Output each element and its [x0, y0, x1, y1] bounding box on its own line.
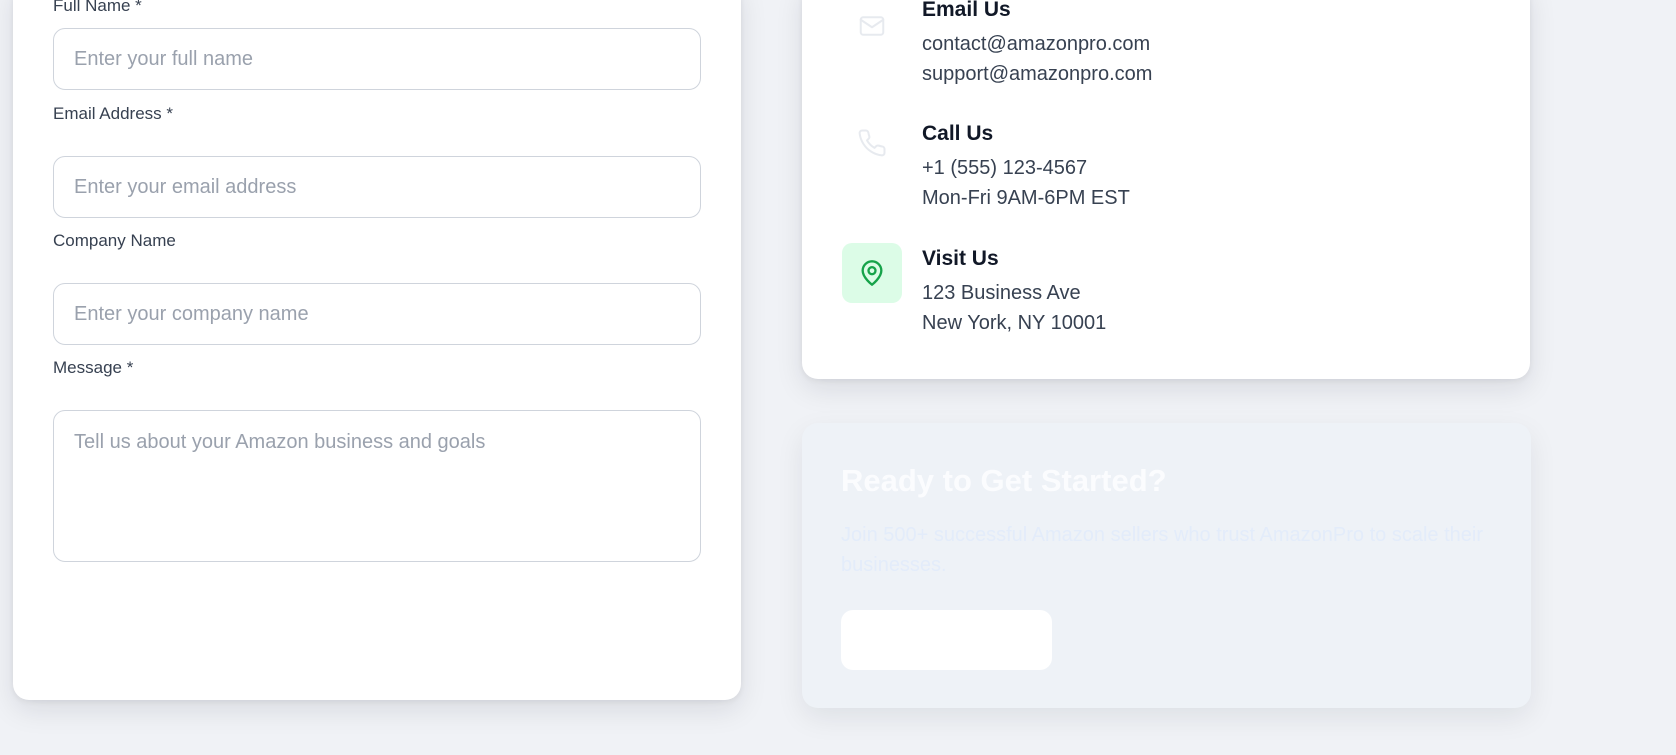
- visit-us-title: Visit Us: [922, 247, 999, 270]
- mail-icon: [842, 0, 902, 56]
- support-email[interactable]: support@amazonpro.com: [922, 63, 1152, 86]
- phone-number[interactable]: +1 (555) 123-4567: [922, 157, 1087, 180]
- email-input[interactable]: [53, 156, 701, 218]
- contact-form-card: Full Name * Email Address * Company Name…: [13, 0, 741, 700]
- contact-email[interactable]: contact@amazonpro.com: [922, 33, 1150, 56]
- call-us-title: Call Us: [922, 122, 994, 145]
- company-input[interactable]: [53, 283, 701, 345]
- map-pin-icon: [842, 243, 902, 303]
- email-us-title: Email Us: [922, 0, 1011, 21]
- cta-title: Ready to Get Started?: [841, 463, 1167, 498]
- cta-card: Ready to Get Started? Join 500+ successf…: [802, 423, 1531, 708]
- street-address: 123 Business Ave: [922, 282, 1081, 304]
- contact-page: Full Name * Email Address * Company Name…: [0, 0, 1676, 755]
- city-address: New York, NY 10001: [922, 312, 1107, 334]
- company-label: Company Name: [53, 231, 176, 250]
- contact-info-card: Email Us contact@amazonpro.com support@a…: [802, 0, 1530, 379]
- message-label: Message *: [53, 358, 134, 377]
- message-textarea[interactable]: [53, 410, 701, 562]
- full-name-input[interactable]: [53, 28, 701, 90]
- email-label: Email Address *: [53, 104, 173, 123]
- phone-icon: [842, 113, 902, 173]
- office-hours: Mon-Fri 9AM-6PM EST: [922, 187, 1130, 209]
- cta-text: Join 500+ successful Amazon sellers who …: [841, 524, 1483, 576]
- full-name-label: Full Name *: [53, 0, 142, 15]
- cta-button[interactable]: [841, 610, 1052, 670]
